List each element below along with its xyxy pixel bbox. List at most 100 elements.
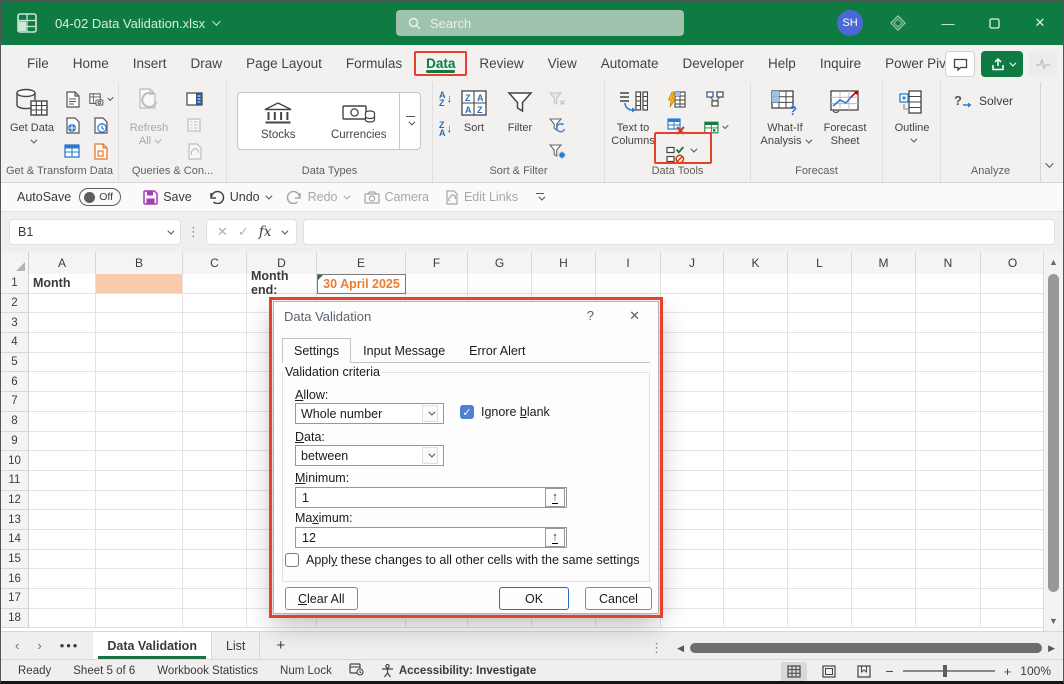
cell-O8[interactable] [981,412,1045,432]
cell-A17[interactable] [29,589,96,609]
formula-bar-handle[interactable]: ⋮ [187,224,200,240]
page-layout-view-button[interactable] [816,662,842,681]
row-header-3[interactable]: 3 [1,313,29,333]
cell-K10[interactable] [724,451,788,471]
scroll-up-icon[interactable]: ▲ [1044,257,1063,267]
normal-view-button[interactable] [781,662,807,681]
cell-K8[interactable] [724,412,788,432]
cell-C1[interactable] [183,274,247,294]
cell-J14[interactable] [661,530,724,550]
cell-C6[interactable] [183,372,247,392]
cell-B7[interactable] [96,392,183,412]
cell-B14[interactable] [96,530,183,550]
cell-C8[interactable] [183,412,247,432]
insert-function-button[interactable]: fx [259,224,272,240]
cell-A2[interactable] [29,294,96,314]
cell-O14[interactable] [981,530,1045,550]
accessibility-status[interactable]: Accessibility: Investigate [370,664,547,678]
cell-L2[interactable] [788,294,852,314]
cell-B11[interactable] [96,471,183,491]
row-header-7[interactable]: 7 [1,392,29,412]
row-header-9[interactable]: 9 [1,432,29,452]
column-header-F[interactable]: F [406,252,468,274]
workbook-links-button[interactable] [183,141,205,161]
cell-C7[interactable] [183,392,247,412]
cell-M12[interactable] [852,491,916,511]
column-header-K[interactable]: K [724,252,788,274]
sort-button[interactable]: ZAAZ Sort [454,87,494,135]
cell-N14[interactable] [916,530,981,550]
cell-O7[interactable] [981,392,1045,412]
cell-J10[interactable] [661,451,724,471]
zoom-level[interactable]: 100% [1020,664,1055,678]
select-all-corner[interactable] [1,252,29,274]
row-header-16[interactable]: 16 [1,569,29,589]
consolidate-button[interactable] [704,89,726,109]
column-header-E[interactable]: E [317,252,406,274]
cell-J18[interactable] [661,609,724,629]
cell-B16[interactable] [96,569,183,589]
cell-L1[interactable] [788,274,852,294]
cell-B5[interactable] [96,353,183,373]
cell-K15[interactable] [724,550,788,570]
cell-O9[interactable] [981,432,1045,452]
cell-N12[interactable] [916,491,981,511]
advanced-filter-button[interactable] [546,141,568,161]
cell-C4[interactable] [183,333,247,353]
cell-A11[interactable] [29,471,96,491]
cell-L7[interactable] [788,392,852,412]
qat-overflow-button[interactable] [536,193,544,202]
cell-O17[interactable] [981,589,1045,609]
cell-O11[interactable] [981,471,1045,491]
cell-A16[interactable] [29,569,96,589]
cell-C2[interactable] [183,294,247,314]
ribbon-tab-page-layout[interactable]: Page Layout [234,50,334,77]
cell-N2[interactable] [916,294,981,314]
column-header-C[interactable]: C [183,252,247,274]
horizontal-scroll-thumb[interactable] [690,643,1042,653]
currencies-button[interactable]: Currencies [319,93,400,149]
cell-B15[interactable] [96,550,183,570]
cell-J1[interactable] [661,274,724,294]
ribbon-tab-file[interactable]: File [15,50,61,77]
formula-input[interactable] [303,219,1055,245]
cell-J8[interactable] [661,412,724,432]
from-text-button[interactable] [61,89,83,109]
cell-H1[interactable] [532,274,596,294]
cell-C5[interactable] [183,353,247,373]
status-num-lock[interactable]: Num Lock [269,665,343,677]
cell-K16[interactable] [724,569,788,589]
cell-O18[interactable] [981,609,1045,629]
cell-N7[interactable] [916,392,981,412]
cell-A18[interactable] [29,609,96,629]
diamond-icon[interactable] [885,15,911,31]
cell-J17[interactable] [661,589,724,609]
row-header-13[interactable]: 13 [1,510,29,530]
collapse-ribbon-icon[interactable] [1045,159,1053,167]
row-header-1[interactable]: 1 [1,274,29,294]
sort-descending-button[interactable]: ZA↓ [439,121,452,137]
sheet-tab-data-validation[interactable]: Data Validation [93,632,212,659]
cell-M13[interactable] [852,510,916,530]
save-button[interactable]: Save [139,190,196,205]
cell-J9[interactable] [661,432,724,452]
activity-button[interactable] [1029,51,1057,77]
clear-filter-button[interactable] [546,89,568,109]
column-header-N[interactable]: N [916,252,981,274]
cell-O2[interactable] [981,294,1045,314]
cell-J11[interactable] [661,471,724,491]
reapply-filter-button[interactable] [546,115,568,135]
cell-C9[interactable] [183,432,247,452]
row-header-18[interactable]: 18 [1,609,29,629]
row-header-5[interactable]: 5 [1,353,29,373]
row-header-14[interactable]: 14 [1,530,29,550]
cell-C12[interactable] [183,491,247,511]
cell-K9[interactable] [724,432,788,452]
cell-M2[interactable] [852,294,916,314]
cell-N6[interactable] [916,372,981,392]
cell-M11[interactable] [852,471,916,491]
row-header-8[interactable]: 8 [1,412,29,432]
existing-connections-button[interactable] [89,141,111,161]
cell-N10[interactable] [916,451,981,471]
cell-L5[interactable] [788,353,852,373]
